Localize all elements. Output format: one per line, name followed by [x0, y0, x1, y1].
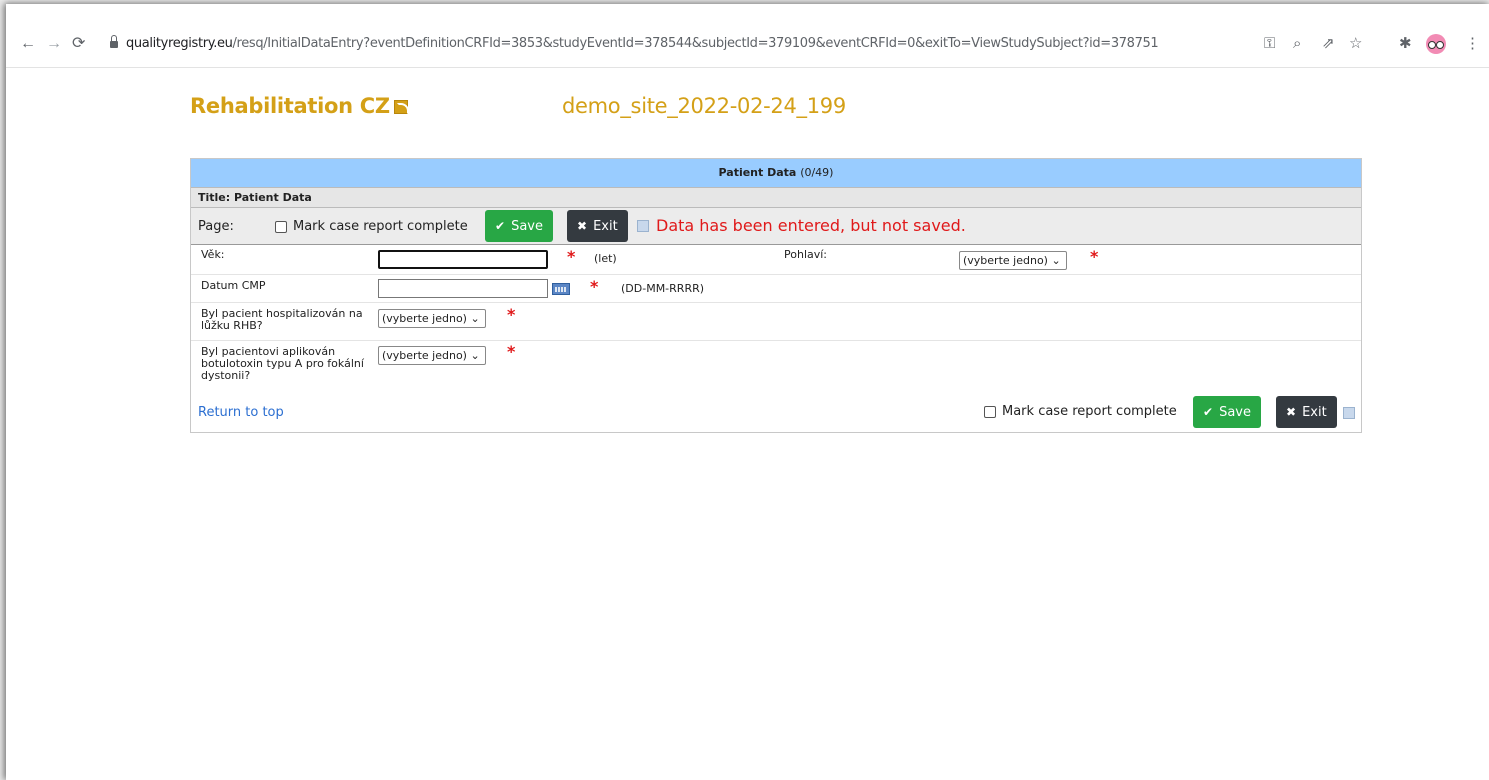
url-path: /resq/InitialDataEntry?eventDefinitionCR… [232, 36, 1159, 51]
check-icon: ✔ [1203, 405, 1214, 419]
vek-input[interactable] [378, 250, 548, 269]
exit-button[interactable]: ✖ Exit [567, 210, 628, 242]
site-name: demo_site_2022-02-24_199 [562, 94, 846, 118]
browser-toolbar: ← → ⟳ qualityregistry.eu/resq/InitialDat… [6, 26, 1489, 68]
study-title: Rehabilitation CZ [190, 94, 409, 118]
browser-window: ← → ⟳ qualityregistry.eu/resq/InitialDat… [6, 4, 1489, 780]
share-icon[interactable]: ⇗ [1322, 35, 1335, 53]
study-title-text: Rehabilitation CZ [190, 94, 390, 118]
page-label: Page: [198, 219, 234, 234]
footer-exit-button[interactable]: ✖ Exit [1276, 396, 1337, 428]
hospitalizovan-required-marker: * [507, 305, 516, 324]
footer-save-button[interactable]: ✔ Save [1193, 396, 1261, 428]
row-vek-pohlavi: Věk: * (let) Pohlaví: (vyberte jedno) ⌄ … [191, 245, 1361, 275]
close-icon: ✖ [577, 219, 588, 233]
botulotoxin-select[interactable]: (vyberte jedno) ⌄ [378, 346, 486, 365]
botulotoxin-label: Byl pacientovi aplikován botulotoxin typ… [201, 345, 364, 382]
extensions-puzzle-icon[interactable]: ✱ [1399, 35, 1412, 53]
info-icon[interactable] [637, 220, 649, 232]
row-hospitalizovan: Byl pacient hospitalizován na lůžku RHB?… [191, 303, 1361, 341]
footer-mark-complete-checkbox[interactable] [984, 406, 996, 418]
check-icon: ✔ [495, 219, 506, 233]
crf-form: Patient Data (0/49) Title: Patient Data … [190, 158, 1362, 433]
address-bar[interactable]: qualityregistry.eu/resq/InitialDataEntry… [126, 36, 1159, 51]
hospitalizovan-select[interactable]: (vyberte jedno) ⌄ [378, 309, 486, 328]
calendar-icon[interactable] [552, 283, 570, 295]
chevron-down-icon: ⌄ [1051, 254, 1061, 267]
vek-required-marker: * [567, 247, 576, 266]
back-arrow-icon[interactable]: ← [20, 34, 36, 54]
section-title: Title: Patient Data [191, 187, 1361, 207]
mark-complete-label[interactable]: Mark case report complete [293, 219, 468, 234]
vek-label: Věk: [201, 248, 225, 261]
rss-icon[interactable] [393, 100, 409, 115]
crf-header-count: (0/49) [800, 166, 834, 179]
zoom-icon[interactable]: ⌕ [1293, 35, 1301, 53]
save-button-label: Save [511, 219, 543, 234]
mark-complete-checkbox[interactable] [275, 221, 287, 233]
crf-header: Patient Data (0/49) [191, 159, 1361, 187]
pohlavi-select[interactable]: (vyberte jedno) ⌄ [959, 251, 1067, 270]
datum-cmp-input[interactable] [378, 279, 548, 298]
close-icon: ✖ [1286, 405, 1297, 419]
page-toolbar: Page: Mark case report complete ✔ Save ✖ E… [191, 207, 1361, 245]
return-to-top-link[interactable]: Return to top [198, 405, 284, 420]
chevron-down-icon: ⌄ [470, 312, 480, 325]
pohlavi-selected: (vyberte jedno) [963, 254, 1048, 267]
form-footer: Return to top Mark case report complete … [191, 394, 1361, 432]
datum-cmp-label: Datum CMP [201, 279, 266, 292]
hospitalizovan-label: Byl pacient hospitalizován na lůžku RHB? [201, 307, 363, 332]
footer-mark-complete-label[interactable]: Mark case report complete [1002, 404, 1177, 419]
datum-cmp-format-hint: (DD-MM-RRRR) [621, 282, 705, 295]
key-icon[interactable]: ⚿ [1264, 35, 1275, 53]
unsaved-warning: Data has been entered, but not saved. [656, 216, 966, 235]
botulotoxin-required-marker: * [507, 342, 516, 361]
datum-cmp-required-marker: * [590, 277, 599, 296]
exit-button-label: Exit [593, 219, 618, 234]
forward-arrow-icon[interactable]: → [46, 34, 62, 54]
chevron-down-icon: ⌄ [470, 349, 480, 362]
url-host: qualityregistry.eu [126, 36, 233, 51]
botulotoxin-selected: (vyberte jedno) [382, 349, 467, 362]
row-botulotoxin: Byl pacientovi aplikován botulotoxin typ… [191, 341, 1361, 394]
pohlavi-required-marker: * [1090, 247, 1099, 266]
crf-header-title: Patient Data [718, 166, 797, 179]
footer-exit-label: Exit [1302, 405, 1327, 420]
footer-save-label: Save [1219, 405, 1251, 420]
pohlavi-label: Pohlaví: [784, 248, 828, 261]
row-datum-cmp: Datum CMP * (DD-MM-RRRR) [191, 275, 1361, 303]
footer-info-icon[interactable] [1343, 407, 1355, 419]
vek-unit-hint: (let) [594, 252, 617, 265]
save-button[interactable]: ✔ Save [485, 210, 553, 242]
lock-icon[interactable] [110, 35, 118, 49]
hospitalizovan-selected: (vyberte jedno) [382, 312, 467, 325]
menu-kebab-icon[interactable]: ⋮ [1465, 35, 1480, 53]
profile-avatar-icon[interactable] [1426, 34, 1446, 54]
bookmark-star-icon[interactable]: ☆ [1349, 35, 1362, 53]
reload-icon[interactable]: ⟳ [72, 34, 85, 54]
